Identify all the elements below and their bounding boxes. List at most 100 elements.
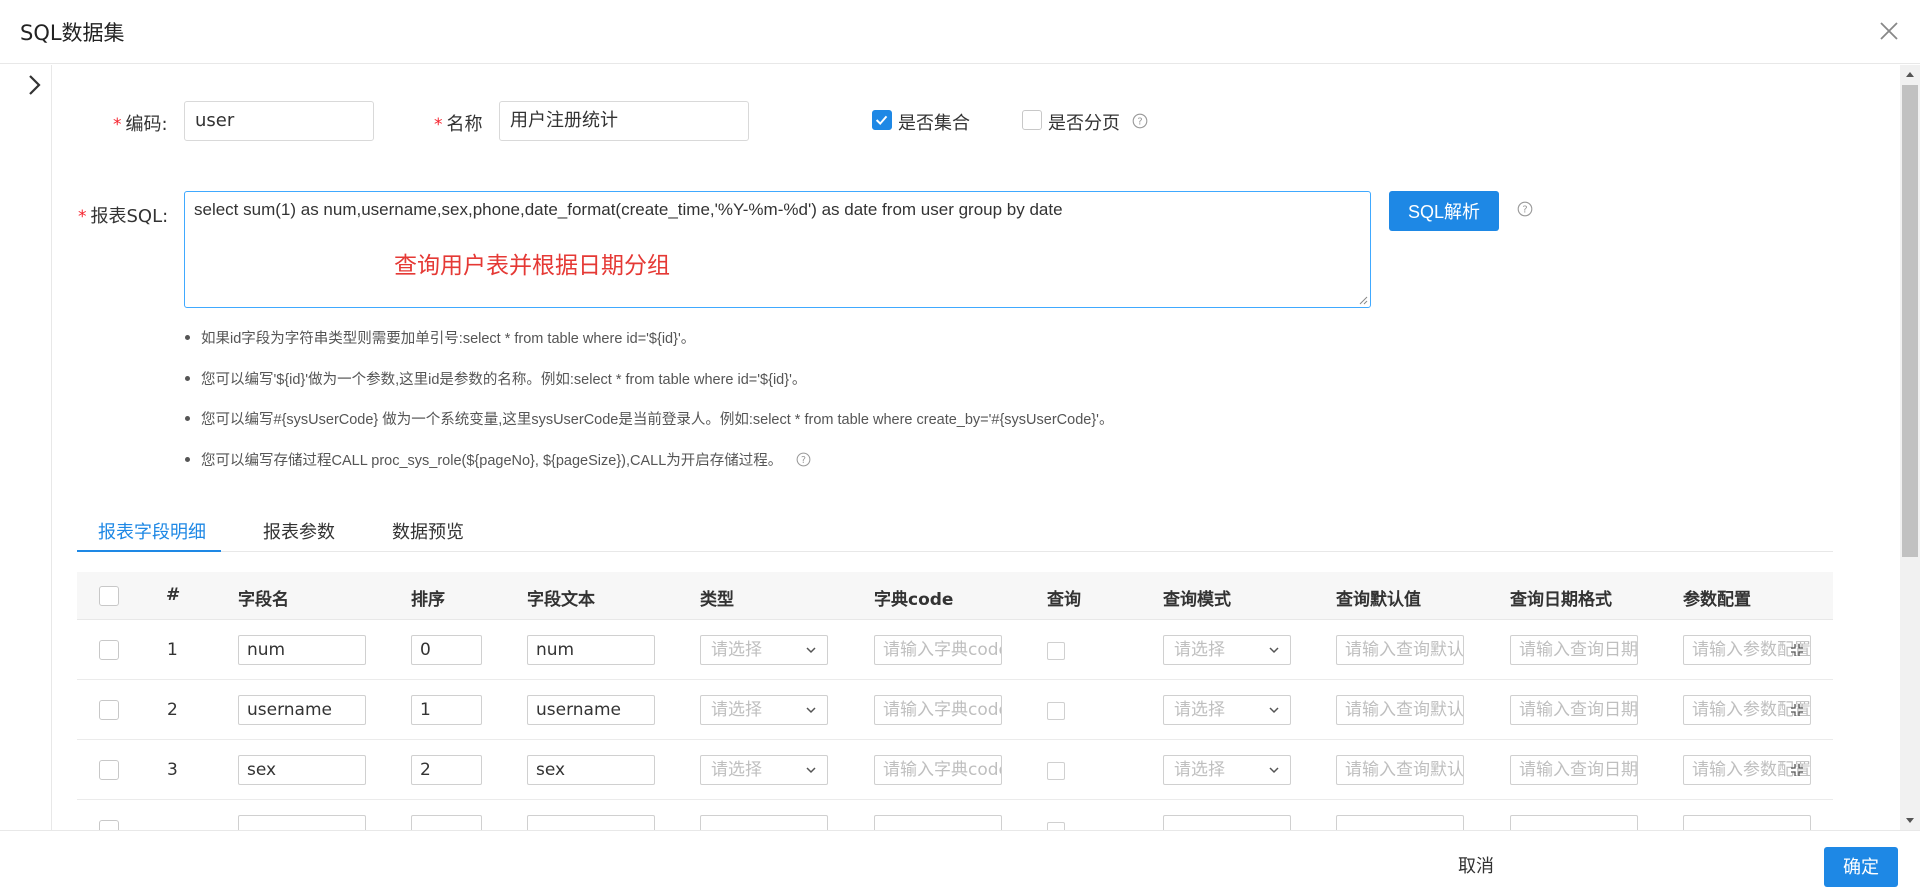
field-text-input[interactable] bbox=[527, 815, 655, 830]
field-text-input[interactable]: sex bbox=[527, 755, 655, 785]
side-collapse-strip bbox=[0, 65, 52, 830]
param-config-input[interactable]: 请输入参数配置 bbox=[1683, 755, 1811, 785]
sql-textarea[interactable]: select sum(1) as num,username,sex,phone,… bbox=[184, 191, 1371, 308]
sql-text: select sum(1) as num,username,sex,phone,… bbox=[194, 200, 1063, 219]
param-config-input[interactable]: 请输入参数配置 bbox=[1683, 695, 1811, 725]
query-checkbox[interactable] bbox=[1047, 762, 1065, 780]
tabs-bar: 报表字段明细 报表参数 数据预览 bbox=[77, 512, 1833, 552]
svg-text:?: ? bbox=[801, 454, 806, 465]
query-checkbox[interactable] bbox=[1047, 642, 1065, 660]
fullscreen-icon[interactable] bbox=[1790, 763, 1804, 777]
fullscreen-icon[interactable] bbox=[1790, 703, 1804, 717]
help-icon[interactable]: ? bbox=[796, 452, 811, 467]
query-checkbox[interactable] bbox=[1047, 822, 1065, 830]
field-name-input[interactable]: sex bbox=[238, 755, 366, 785]
tip-item: 您可以编写'${id}'做为一个参数,这里id是参数的名称。例如:select … bbox=[183, 368, 1113, 409]
resize-grip-icon[interactable] bbox=[1358, 295, 1368, 305]
svg-text:?: ? bbox=[1522, 205, 1527, 216]
query-checkbox[interactable] bbox=[1047, 702, 1065, 720]
query-mode-select[interactable]: 请选择 bbox=[1163, 635, 1291, 665]
dict-code-input[interactable] bbox=[874, 815, 1002, 830]
scrollbar-thumb[interactable] bbox=[1902, 85, 1918, 557]
param-config-input[interactable] bbox=[1683, 815, 1811, 830]
col-header-dict-code: 字典code bbox=[874, 590, 954, 610]
tip-item: 您可以编写存储过程CALL proc_sys_role(${pageNo}, $… bbox=[183, 449, 1113, 490]
tab-report-params[interactable]: 报表参数 bbox=[263, 518, 335, 558]
dict-code-input[interactable]: 请输入字典code bbox=[874, 695, 1002, 725]
cancel-button[interactable]: 取消 bbox=[1440, 847, 1512, 887]
modal-title: SQL数据集 bbox=[20, 21, 125, 45]
row-index: 2 bbox=[167, 700, 178, 720]
field-table: # 字段名 排序 字段文本 类型 字典code 查询 查询模式 查询默认值 查询… bbox=[77, 572, 1833, 830]
query-date-format-input[interactable]: 请输入查询日期格式 bbox=[1510, 695, 1638, 725]
col-header-query-default: 查询默认值 bbox=[1336, 590, 1421, 610]
scroll-down-arrow-icon[interactable] bbox=[1905, 817, 1915, 825]
query-date-format-input[interactable] bbox=[1510, 815, 1638, 830]
is-paged-checkbox[interactable] bbox=[1022, 110, 1042, 130]
query-default-input[interactable]: 请输入查询默认值 bbox=[1336, 695, 1464, 725]
query-default-input[interactable]: 请输入查询默认值 bbox=[1336, 755, 1464, 785]
field-name-input[interactable] bbox=[238, 815, 366, 830]
required-mark: * bbox=[434, 115, 443, 135]
required-mark: * bbox=[78, 207, 87, 227]
col-header-type: 类型 bbox=[700, 590, 734, 610]
table-row-partial bbox=[77, 800, 1833, 830]
is-collection-checkbox[interactable] bbox=[872, 110, 892, 130]
field-text-input[interactable]: username bbox=[527, 695, 655, 725]
select-all-checkbox[interactable] bbox=[99, 586, 119, 606]
tab-field-detail[interactable]: 报表字段明细 bbox=[98, 518, 206, 558]
row-checkbox[interactable] bbox=[99, 820, 119, 830]
type-select[interactable]: 请选择 bbox=[700, 695, 828, 725]
check-icon bbox=[875, 115, 888, 126]
query-default-input[interactable]: 请输入查询默认值 bbox=[1336, 635, 1464, 665]
modal-footer: 取消 确定 bbox=[0, 830, 1920, 894]
chevron-right-icon[interactable] bbox=[24, 72, 44, 98]
code-label: * 编码: bbox=[113, 114, 168, 135]
order-input[interactable]: 2 bbox=[411, 755, 482, 785]
fullscreen-icon[interactable] bbox=[1790, 643, 1804, 657]
query-default-input[interactable] bbox=[1336, 815, 1464, 830]
type-select[interactable]: 请选择 bbox=[700, 755, 828, 785]
is-paged-label: 是否分页 bbox=[1048, 113, 1120, 134]
vertical-scrollbar[interactable] bbox=[1900, 65, 1920, 830]
row-index: 3 bbox=[167, 760, 178, 780]
tab-data-preview[interactable]: 数据预览 bbox=[392, 518, 464, 558]
close-icon[interactable] bbox=[1876, 18, 1902, 44]
col-header-field-name: 字段名 bbox=[238, 590, 289, 610]
col-header-query-date-format: 查询日期格式 bbox=[1510, 590, 1612, 610]
code-input[interactable]: user bbox=[184, 101, 374, 141]
col-header-query-mode: 查询模式 bbox=[1163, 590, 1231, 610]
type-select[interactable]: 请选择 bbox=[700, 635, 828, 665]
order-input[interactable]: 0 bbox=[411, 635, 482, 665]
sql-annotation: 查询用户表并根据日期分组 bbox=[394, 253, 670, 279]
field-text-input[interactable]: num bbox=[527, 635, 655, 665]
row-checkbox[interactable] bbox=[99, 700, 119, 720]
field-name-input[interactable]: username bbox=[238, 695, 366, 725]
order-input[interactable]: 1 bbox=[411, 695, 482, 725]
sql-parse-button[interactable]: SQL解析 bbox=[1389, 191, 1499, 231]
dict-code-input[interactable]: 请输入字典code bbox=[874, 755, 1002, 785]
order-input[interactable] bbox=[411, 815, 482, 830]
query-mode-select[interactable]: 请选择 bbox=[1163, 695, 1291, 725]
table-row: 2 username 1 username 请选择 请输入字典code 请选择 … bbox=[77, 680, 1833, 740]
row-checkbox[interactable] bbox=[99, 760, 119, 780]
type-select[interactable] bbox=[700, 815, 828, 830]
help-icon[interactable]: ? bbox=[1132, 113, 1148, 129]
table-header: # 字段名 排序 字段文本 类型 字典code 查询 查询模式 查询默认值 查询… bbox=[77, 572, 1833, 620]
field-name-input[interactable]: num bbox=[238, 635, 366, 665]
query-mode-select[interactable] bbox=[1163, 815, 1291, 830]
param-config-input[interactable]: 请输入参数配置 bbox=[1683, 635, 1811, 665]
active-tab-indicator bbox=[77, 550, 221, 552]
query-date-format-input[interactable]: 请输入查询日期格式 bbox=[1510, 755, 1638, 785]
row-checkbox[interactable] bbox=[99, 640, 119, 660]
help-icon[interactable]: ? bbox=[1517, 201, 1533, 217]
chevron-down-icon bbox=[806, 647, 816, 654]
query-date-format-input[interactable]: 请输入查询日期格式 bbox=[1510, 635, 1638, 665]
scroll-up-arrow-icon[interactable] bbox=[1905, 70, 1915, 78]
confirm-button[interactable]: 确定 bbox=[1824, 847, 1898, 887]
dict-code-input[interactable]: 请输入字典code bbox=[874, 635, 1002, 665]
query-mode-select[interactable]: 请选择 bbox=[1163, 755, 1291, 785]
chevron-down-icon bbox=[1269, 707, 1279, 714]
col-header-order: 排序 bbox=[411, 590, 445, 610]
name-input[interactable]: 用户注册统计 bbox=[499, 101, 749, 141]
